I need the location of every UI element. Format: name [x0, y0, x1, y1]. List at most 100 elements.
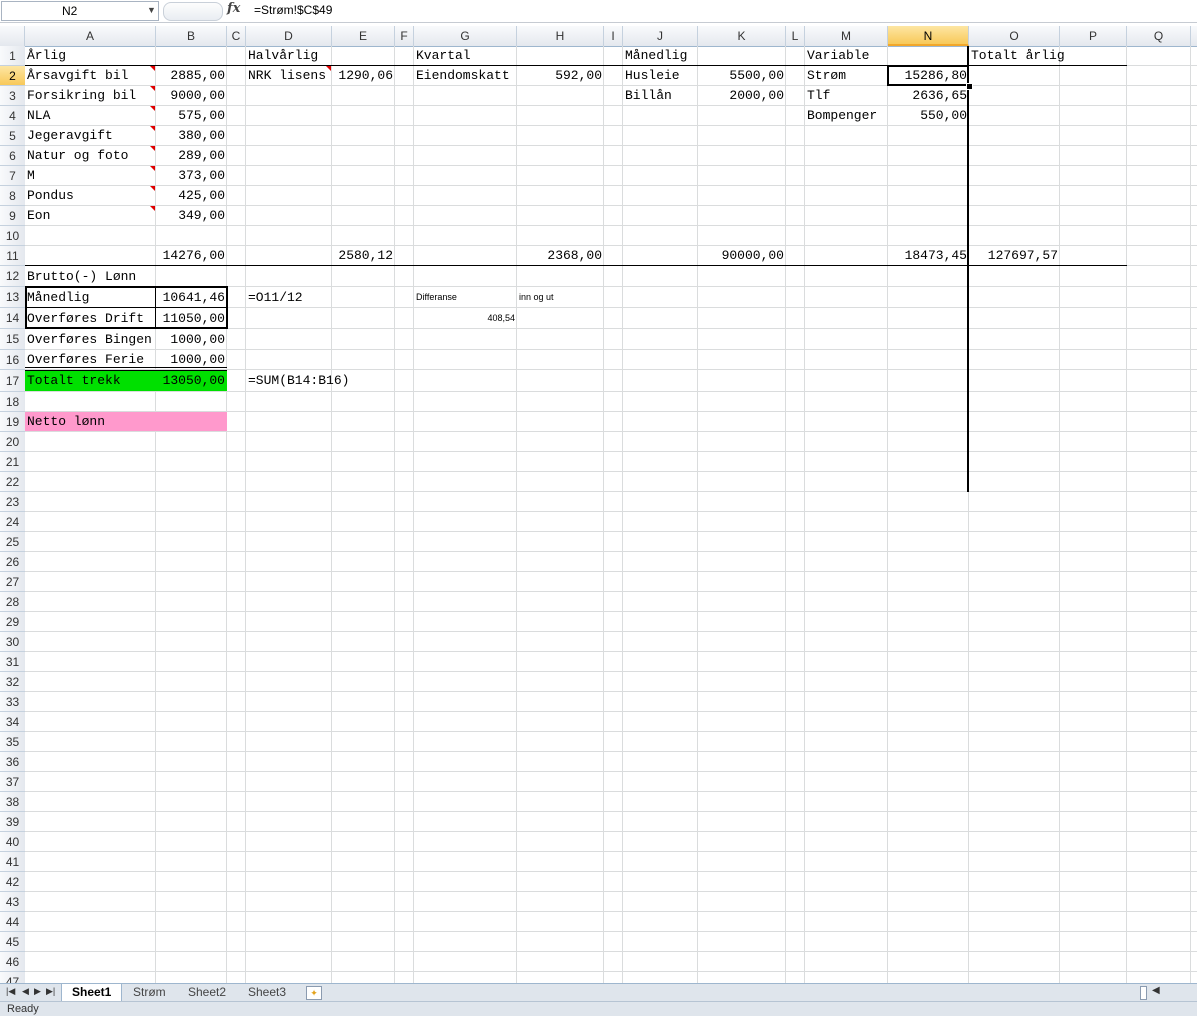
- cell-o1[interactable]: Totalt årlig: [969, 46, 1067, 66]
- comment-indicator-icon[interactable]: [150, 206, 155, 211]
- row-header-13[interactable]: 13: [0, 287, 25, 308]
- row-header-12[interactable]: 12: [0, 266, 25, 287]
- cell-n2[interactable]: 15286,80: [888, 66, 969, 86]
- row-header-38[interactable]: 38: [0, 792, 25, 812]
- cell-a8[interactable]: Pondus: [25, 186, 76, 206]
- row-header-46[interactable]: 46: [0, 952, 25, 972]
- row-header-10[interactable]: 10: [0, 226, 25, 246]
- cell-a9[interactable]: Eon: [25, 206, 52, 226]
- row-header-7[interactable]: 7: [0, 166, 25, 186]
- column-header-h[interactable]: H: [517, 26, 604, 46]
- cell-a6[interactable]: Natur og foto: [25, 146, 130, 166]
- column-header-k[interactable]: K: [698, 26, 786, 46]
- cell-g14[interactable]: 408,54: [414, 308, 517, 329]
- comment-indicator-icon[interactable]: [150, 146, 155, 151]
- cell-b4[interactable]: 575,00: [156, 106, 227, 126]
- cell-h11[interactable]: 2368,00: [517, 246, 604, 266]
- row-header-2[interactable]: 2: [0, 66, 25, 86]
- cell-k2[interactable]: 5500,00: [698, 66, 786, 86]
- first-sheet-icon[interactable]: |◀: [6, 986, 15, 997]
- column-header-f[interactable]: F: [395, 26, 414, 46]
- row-header-9[interactable]: 9: [0, 206, 25, 226]
- column-header-m[interactable]: M: [805, 26, 888, 46]
- cell-a7[interactable]: M: [25, 166, 37, 186]
- cell-j1[interactable]: Månedlig: [623, 46, 689, 66]
- cell-m4[interactable]: Bompenger: [805, 106, 879, 126]
- row-header-17[interactable]: 17: [0, 370, 25, 392]
- row-header-11[interactable]: 11: [0, 246, 25, 266]
- row-header-24[interactable]: 24: [0, 512, 25, 532]
- column-header-r[interactable]: R: [1191, 26, 1197, 46]
- column-header-l[interactable]: L: [786, 26, 805, 46]
- insert-sheet-icon[interactable]: ✦: [306, 986, 322, 1000]
- cell-b2[interactable]: 2885,00: [156, 66, 227, 86]
- row-header-35[interactable]: 35: [0, 732, 25, 752]
- cell-a14[interactable]: Overføres Drift: [25, 308, 146, 329]
- last-sheet-icon[interactable]: ▶|: [46, 986, 55, 997]
- row-header-18[interactable]: 18: [0, 392, 25, 412]
- comment-indicator-icon[interactable]: [150, 166, 155, 171]
- cell-a4[interactable]: NLA: [25, 106, 52, 126]
- column-header-j[interactable]: J: [623, 26, 698, 46]
- scroll-left-icon[interactable]: ◀: [1152, 985, 1160, 996]
- row-header-26[interactable]: 26: [0, 552, 25, 572]
- row-header-16[interactable]: 16: [0, 350, 25, 370]
- column-header-e[interactable]: E: [332, 26, 395, 46]
- cell-h13[interactable]: inn og ut: [517, 287, 556, 308]
- name-box[interactable]: N2 ▼: [1, 1, 159, 21]
- cell-g1[interactable]: Kvartal: [414, 46, 473, 66]
- cell-area[interactable]: Årlig Halvårlig Kvartal Månedlig Variable Tot…: [25, 46, 1197, 986]
- row-header-36[interactable]: 36: [0, 752, 25, 772]
- cell-m1[interactable]: Variable: [805, 46, 871, 66]
- cell-b6[interactable]: 289,00: [156, 146, 227, 166]
- cell-a1[interactable]: Årlig: [25, 46, 68, 66]
- select-all-corner[interactable]: [0, 26, 25, 46]
- row-header-44[interactable]: 44: [0, 912, 25, 932]
- row-header-21[interactable]: 21: [0, 452, 25, 472]
- row-header-30[interactable]: 30: [0, 632, 25, 652]
- comment-indicator-icon[interactable]: [150, 106, 155, 111]
- cell-e11[interactable]: 2580,12: [332, 246, 395, 266]
- row-header-37[interactable]: 37: [0, 772, 25, 792]
- cell-j3[interactable]: Billån: [623, 86, 674, 106]
- cell-j2[interactable]: Husleie: [623, 66, 682, 86]
- cell-k3[interactable]: 2000,00: [698, 86, 786, 106]
- column-header-n[interactable]: N: [888, 26, 969, 46]
- row-header-4[interactable]: 4: [0, 106, 25, 126]
- row-header-8[interactable]: 8: [0, 186, 25, 206]
- tab-sheet3[interactable]: Sheet3: [238, 984, 296, 1001]
- cell-b14[interactable]: 11050,00: [156, 308, 227, 329]
- cell-d2[interactable]: NRK lisens: [246, 66, 328, 86]
- cell-g13[interactable]: Differanse: [414, 287, 459, 308]
- column-header-a[interactable]: A: [25, 26, 156, 46]
- column-header-q[interactable]: Q: [1127, 26, 1191, 46]
- cell-b13[interactable]: 10641,46: [156, 287, 227, 308]
- cell-h2[interactable]: 592,00: [517, 66, 604, 86]
- row-header-23[interactable]: 23: [0, 492, 25, 512]
- comment-indicator-icon[interactable]: [150, 86, 155, 91]
- row-header-5[interactable]: 5: [0, 126, 25, 146]
- cell-n3[interactable]: 2636,65: [888, 86, 969, 106]
- cell-a5[interactable]: Jegeravgift: [25, 126, 115, 146]
- cell-b9[interactable]: 349,00: [156, 206, 227, 226]
- formula-input[interactable]: =Strøm!$C$49: [254, 3, 332, 17]
- cell-a13[interactable]: Månedlig: [25, 287, 91, 308]
- cell-b17[interactable]: 13050,00: [156, 370, 227, 392]
- cell-b15[interactable]: 1000,00: [156, 329, 227, 350]
- row-header-42[interactable]: 42: [0, 872, 25, 892]
- row-header-39[interactable]: 39: [0, 812, 25, 832]
- cell-a15[interactable]: Overføres Bingen: [25, 329, 154, 350]
- comment-indicator-icon[interactable]: [150, 66, 155, 71]
- row-header-34[interactable]: 34: [0, 712, 25, 732]
- row-header-29[interactable]: 29: [0, 612, 25, 632]
- column-header-o[interactable]: O: [969, 26, 1060, 46]
- cell-k11[interactable]: 90000,00: [698, 246, 786, 266]
- column-header-i[interactable]: I: [604, 26, 623, 46]
- row-header-25[interactable]: 25: [0, 532, 25, 552]
- cell-a3[interactable]: Forsikring bil: [25, 86, 138, 106]
- row-header-20[interactable]: 20: [0, 432, 25, 452]
- cell-d17[interactable]: =SUM(B14:B16): [246, 370, 351, 392]
- cell-a12[interactable]: Brutto(-) Lønn: [25, 266, 138, 287]
- comment-indicator-icon[interactable]: [326, 66, 331, 71]
- column-header-p[interactable]: P: [1060, 26, 1127, 46]
